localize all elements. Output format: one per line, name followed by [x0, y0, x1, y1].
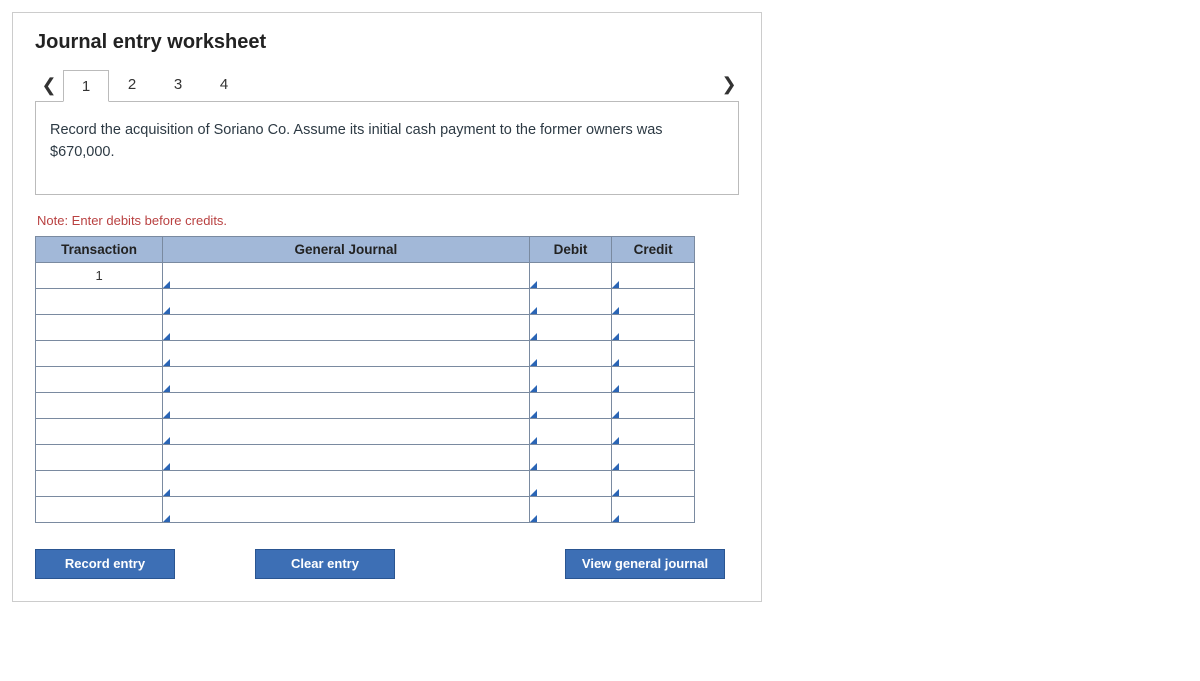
debit-cell[interactable] [529, 418, 612, 444]
credit-cell[interactable] [612, 444, 695, 470]
tab-2[interactable]: 2 [109, 69, 155, 101]
debit-cell[interactable] [529, 262, 612, 288]
transaction-cell[interactable] [36, 470, 163, 496]
tab-3[interactable]: 3 [155, 69, 201, 101]
prev-arrow[interactable]: ❮ [35, 69, 63, 101]
table-header-row: Transaction General Journal Debit Credit [36, 236, 695, 262]
credit-cell[interactable] [612, 340, 695, 366]
transaction-cell[interactable] [36, 340, 163, 366]
table-row [36, 470, 695, 496]
debit-cell[interactable] [529, 366, 612, 392]
journal-table: Transaction General Journal Debit Credit… [35, 236, 695, 523]
col-header-general-journal: General Journal [163, 236, 530, 262]
col-header-transaction: Transaction [36, 236, 163, 262]
table-row [36, 392, 695, 418]
chevron-left-icon: ❮ [41, 75, 56, 96]
debit-cell[interactable] [529, 392, 612, 418]
general-journal-cell[interactable] [163, 262, 530, 288]
page-title: Journal entry worksheet [35, 31, 739, 54]
transaction-cell[interactable] [36, 418, 163, 444]
table-row [36, 314, 695, 340]
credit-cell[interactable] [612, 392, 695, 418]
general-journal-cell[interactable] [163, 366, 530, 392]
transaction-cell[interactable] [36, 366, 163, 392]
next-arrow[interactable]: ❯ [715, 68, 743, 100]
credit-cell[interactable] [612, 496, 695, 522]
general-journal-cell[interactable] [163, 470, 530, 496]
debit-cell[interactable] [529, 470, 612, 496]
chevron-right-icon: ❯ [721, 74, 736, 95]
view-general-journal-button[interactable]: View general journal [565, 549, 725, 579]
button-row: Record entry Clear entry View general jo… [35, 549, 725, 579]
general-journal-cell[interactable] [163, 288, 530, 314]
tab-4[interactable]: 4 [201, 69, 247, 101]
tab-bar: ❮ 1 2 3 4 ❯ [35, 68, 739, 102]
debit-cell[interactable] [529, 496, 612, 522]
debit-cell[interactable] [529, 340, 612, 366]
note-text: Note: Enter debits before credits. [37, 213, 739, 228]
general-journal-cell[interactable] [163, 444, 530, 470]
table-row [36, 340, 695, 366]
instruction-box: Record the acquisition of Soriano Co. As… [35, 102, 739, 195]
general-journal-cell[interactable] [163, 418, 530, 444]
col-header-debit: Debit [529, 236, 612, 262]
table-row [36, 444, 695, 470]
clear-entry-button[interactable]: Clear entry [255, 549, 395, 579]
credit-cell[interactable] [612, 418, 695, 444]
col-header-credit: Credit [612, 236, 695, 262]
general-journal-cell[interactable] [163, 340, 530, 366]
general-journal-cell[interactable] [163, 314, 530, 340]
transaction-cell[interactable] [36, 288, 163, 314]
transaction-cell[interactable] [36, 314, 163, 340]
credit-cell[interactable] [612, 314, 695, 340]
table-row: 1 [36, 262, 695, 288]
record-entry-button[interactable]: Record entry [35, 549, 175, 579]
general-journal-cell[interactable] [163, 392, 530, 418]
credit-cell[interactable] [612, 262, 695, 288]
transaction-cell[interactable]: 1 [36, 262, 163, 288]
debit-cell[interactable] [529, 444, 612, 470]
table-row [36, 418, 695, 444]
tab-1[interactable]: 1 [63, 70, 109, 102]
transaction-cell[interactable] [36, 444, 163, 470]
table-row [36, 496, 695, 522]
credit-cell[interactable] [612, 288, 695, 314]
transaction-cell[interactable] [36, 392, 163, 418]
credit-cell[interactable] [612, 470, 695, 496]
table-row [36, 366, 695, 392]
debit-cell[interactable] [529, 288, 612, 314]
general-journal-cell[interactable] [163, 496, 530, 522]
debit-cell[interactable] [529, 314, 612, 340]
worksheet-panel: Journal entry worksheet ❮ 1 2 3 4 ❯ Reco… [12, 12, 762, 602]
credit-cell[interactable] [612, 366, 695, 392]
table-row [36, 288, 695, 314]
transaction-cell[interactable] [36, 496, 163, 522]
